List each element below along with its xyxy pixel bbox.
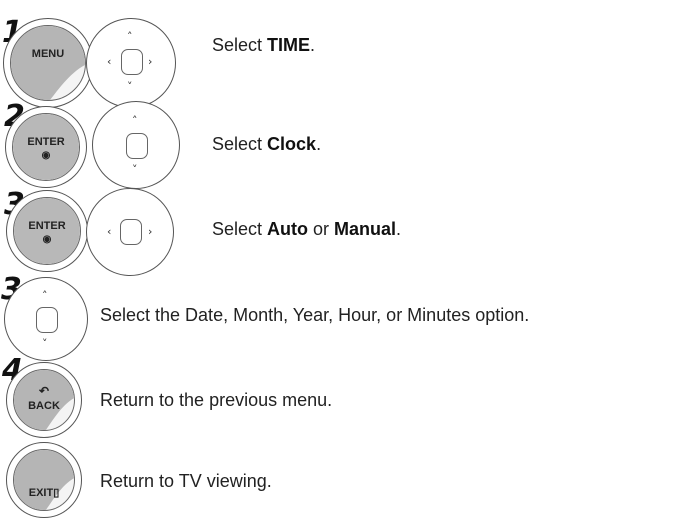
exit-door-icon: ▯: [53, 487, 60, 499]
exit-key-label: EXIT▯: [28, 487, 60, 499]
exit-button-icon: EXIT▯: [6, 442, 82, 518]
step-exit: EXIT▯ Return to TV viewing.: [0, 0, 677, 521]
step-instruction: Return to TV viewing.: [100, 471, 272, 491]
